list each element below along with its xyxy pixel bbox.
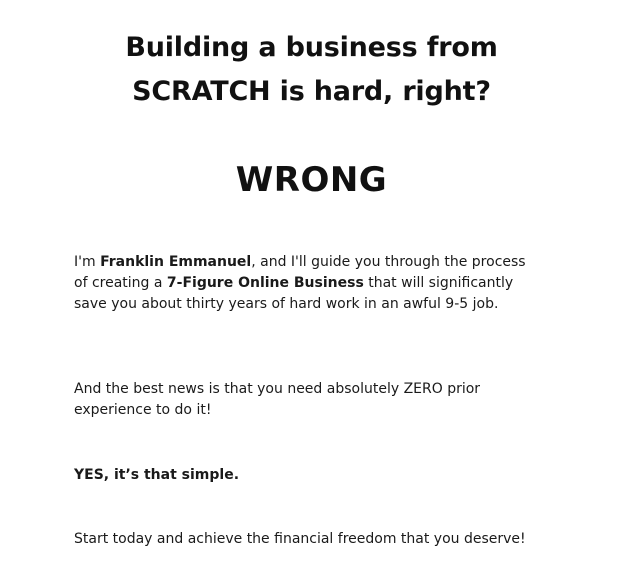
landing-page: Building a business from SCRATCH is hard… [0,0,623,585]
closing-paragraph: Start today and achieve the financial fr… [74,531,526,547]
business-highlight: 7-Figure Online Business [166,275,364,291]
page-headline: Building a business from SCRATCH is hard… [40,26,583,114]
author-name: Franklin Emmanuel [100,254,252,270]
headline-line-1: Building a business from [125,32,498,63]
wrong-emphasis-heading: WRONG [235,160,388,200]
intro-paragraph: I'm Franklin Emmanuel, and I'll guide yo… [74,252,534,315]
intro-prefix: I'm [74,254,101,270]
headline-line-2: SCRATCH is hard, right? [132,76,491,107]
news-paragraph: And the best news is that you need absol… [74,381,481,418]
simple-paragraph: YES, it’s that simple. [74,467,240,483]
